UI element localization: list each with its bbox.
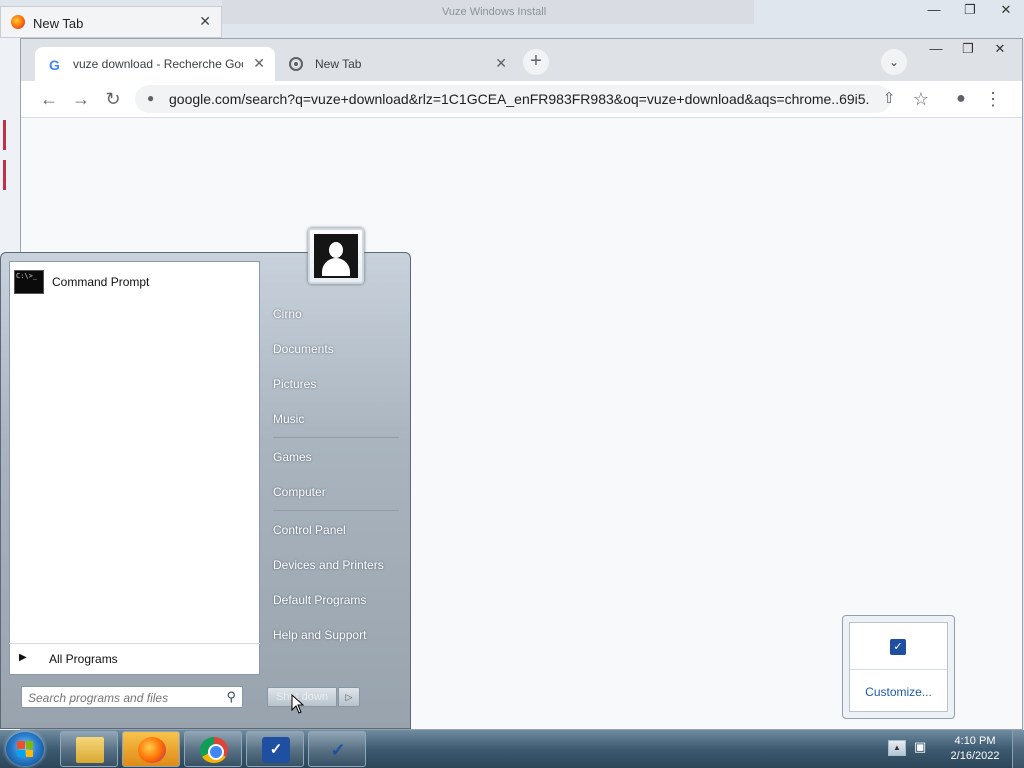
close-button[interactable]: ✕ [988,0,1024,20]
minimize-button[interactable]: — [920,41,952,59]
browser-toolbar: ← → ↻ ● google.com/search?q=vuze+downloa… [21,81,1022,118]
chrome-icon [289,57,303,71]
bookmark-star-icon[interactable]: ☆ [909,87,933,111]
clock-date: 2/16/2022 [950,750,1000,762]
window-controls: — ❐ ✕ [920,41,1016,59]
sidebar-marker [3,120,6,150]
show-desktop-button[interactable] [1012,730,1024,768]
start-item-music[interactable]: Music [273,412,304,426]
tab-title: vuze download - Recherche Goo [73,57,243,71]
lock-icon: ● [147,91,155,105]
tab-search-button[interactable]: ⌄ [881,49,907,75]
background-faded-title: Vuze Windows Install [442,6,547,18]
mouse-cursor-icon [291,694,305,714]
network-icon[interactable]: ▣ [914,739,932,757]
start-menu-places-pane: Cirno Documents Pictures Music Games Com… [263,293,411,673]
vuze-icon[interactable]: ✓ [890,639,906,655]
user-icon [314,234,358,278]
new-tab-button[interactable]: + [523,49,549,75]
minimize-button[interactable]: — [916,0,952,20]
shutdown-options-button[interactable]: ▷ [338,687,360,707]
start-item-devices-printers[interactable]: Devices and Printers [273,558,384,572]
search-input[interactable] [26,689,216,707]
vuze-installer-icon: ✓ [330,740,346,760]
close-icon[interactable]: ✕ [199,13,211,30]
taskbar: ✓ ✓ ▲ ▣ 4:10 PM 2/16/2022 [0,730,1024,768]
separator [273,437,399,438]
background-window-controls: — ❐ ✕ [916,0,1024,20]
overflow-panel: ✓ Customize... [849,622,948,712]
tab-title: New Tab [315,57,362,71]
start-button[interactable] [6,732,44,766]
triangle-right-icon: ▶ [19,652,27,663]
taskbar-vuze-button[interactable]: ✓ [246,731,304,767]
command-prompt-item[interactable]: C:\>_ Command Prompt [14,270,254,296]
menu-icon[interactable]: ⋮ [981,87,1005,111]
windows-logo-icon [17,741,33,757]
tab-vuze-search[interactable]: G vuze download - Recherche Goo ✕ [35,47,275,81]
firefox-icon [11,15,25,29]
background-title-strip: Vuze Windows Install [222,0,754,24]
start-item-default-programs[interactable]: Default Programs [273,593,366,607]
clock-time: 4:10 PM [954,735,996,747]
profile-icon[interactable]: ● [949,87,973,111]
start-search-box[interactable]: ⚲ [21,686,243,708]
all-programs-item[interactable]: ▶ All Programs [9,643,260,672]
address-bar[interactable]: ● google.com/search?q=vuze+download&rlz=… [135,85,891,113]
forward-button[interactable]: → [69,87,93,111]
close-icon[interactable]: ✕ [253,55,265,72]
back-button[interactable]: ← [37,87,61,111]
separator [273,510,399,511]
start-item-help-support[interactable]: Help and Support [273,628,366,642]
address-url[interactable]: google.com/search?q=vuze+download&rlz=1C… [169,91,869,107]
background-tab[interactable]: New Tab ✕ [0,6,222,38]
sidebar-marker [3,160,6,190]
taskbar-explorer-button[interactable] [60,731,118,767]
share-icon[interactable]: ⇧ [877,87,901,111]
restore-button[interactable]: ❐ [952,41,984,59]
command-prompt-icon: C:\>_ [14,270,44,294]
vuze-icon: ✓ [262,737,290,763]
start-item-control-panel[interactable]: Control Panel [273,523,346,537]
start-item-user[interactable]: Cirno [273,307,302,321]
background-tab-title: New Tab [33,16,84,31]
customize-link[interactable]: Customize... [850,685,947,699]
taskbar-vuze-installer-button[interactable]: ✓ [308,731,366,767]
user-avatar [308,228,364,284]
command-prompt-label: Command Prompt [52,275,150,289]
reload-button[interactable]: ↻ [101,87,125,111]
restore-button[interactable]: ❐ [952,0,988,20]
google-icon: G [49,57,60,73]
close-icon[interactable]: ✕ [495,55,507,72]
start-menu: C:\>_ Command Prompt ▶ All Programs ⚲ Ci… [0,252,411,729]
start-item-pictures[interactable]: Pictures [273,377,316,391]
chrome-icon [200,737,228,763]
close-button[interactable]: ✕ [984,41,1016,59]
start-item-computer[interactable]: Computer [273,485,326,499]
all-programs-label: All Programs [49,652,118,666]
notification-area-overflow: ✓ Customize... [842,615,955,719]
separator [850,669,947,670]
start-item-games[interactable]: Games [273,450,312,464]
start-item-documents[interactable]: Documents [273,342,334,356]
tab-strip: G vuze download - Recherche Goo ✕ New Ta… [21,39,1022,81]
tab-new-tab[interactable]: New Tab ✕ [277,47,517,81]
show-hidden-icons-button[interactable]: ▲ [888,740,906,756]
taskbar-chrome-button[interactable] [184,731,242,767]
firefox-icon [138,737,166,763]
clock[interactable]: 4:10 PM 2/16/2022 [940,734,1010,764]
taskbar-firefox-button[interactable] [122,731,180,767]
windows-explorer-icon [76,737,104,763]
search-icon[interactable]: ⚲ [226,689,236,705]
start-menu-programs-pane: C:\>_ Command Prompt [9,261,260,675]
